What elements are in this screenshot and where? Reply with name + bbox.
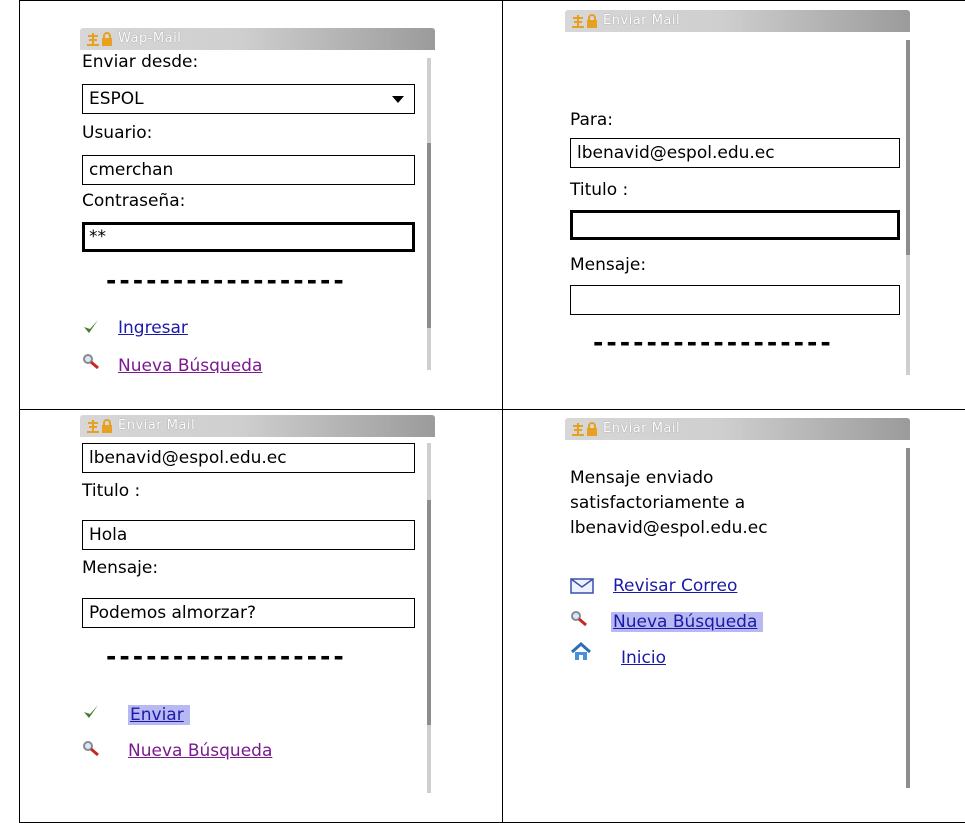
lock-icon (587, 14, 597, 28)
new-search-link[interactable]: Nueva Búsqueda (611, 612, 764, 632)
panel-compose-empty: Enviar Mail Para: lbenavid@espol.edu.ec … (565, 10, 925, 378)
login-link[interactable]: Ingresar (118, 318, 188, 338)
lock-icon (102, 32, 112, 46)
home-link[interactable]: Inicio (621, 648, 666, 668)
subject-input[interactable] (570, 210, 900, 240)
lock-icon (102, 419, 112, 433)
message-label: Mensaje: (82, 558, 159, 578)
send-from-label: Enviar desde: (82, 52, 199, 72)
panel-sent: Enviar Mail Mensaje enviado satisfactori… (565, 418, 925, 788)
panel-login: Wap-Mail Enviar desde: ESPOL Usuario: cm… (80, 28, 440, 373)
to-input[interactable]: lbenavid@espol.edu.ec (570, 138, 900, 168)
send-link[interactable]: Enviar (128, 705, 190, 725)
window-title: Wap-Mail (118, 31, 182, 46)
scrollbar-thumb[interactable] (427, 143, 431, 328)
send-from-value: ESPOL (89, 89, 144, 109)
window-title: Enviar Mail (603, 13, 681, 28)
grid-line-top (19, 0, 965, 1)
title-bar: Enviar Mail (565, 418, 910, 440)
scrollbar-thumb[interactable] (427, 500, 431, 725)
password-label: Contraseña: (82, 191, 186, 211)
sent-message-line-3: lbenavid@espol.edu.ec (570, 518, 768, 538)
send-from-select[interactable]: ESPOL (82, 84, 415, 114)
subject-input[interactable]: Hola (82, 520, 415, 550)
check-mail-link[interactable]: Revisar Correo (613, 576, 737, 596)
password-input[interactable]: ** (82, 222, 415, 252)
window-title: Enviar Mail (603, 421, 681, 436)
magnifier-icon (571, 611, 587, 627)
home-icon (571, 642, 591, 660)
panel-compose-filled: Enviar Mail lbenavid@espol.edu.ec Titulo… (80, 415, 440, 795)
scrollbar-thumb[interactable] (906, 448, 910, 788)
sent-message-line-1: Mensaje enviado (570, 468, 714, 488)
magnifier-icon (83, 354, 99, 370)
grid-line-left (19, 0, 20, 823)
message-input[interactable] (570, 285, 900, 315)
magnifier-icon (83, 741, 99, 757)
title-bar: Wap-Mail (80, 28, 435, 50)
subject-label: Titulo : (570, 180, 629, 200)
envelope-icon (570, 578, 594, 594)
window-title: Enviar Mail (118, 418, 196, 433)
to-input[interactable]: lbenavid@espol.edu.ec (82, 443, 415, 473)
user-label: Usuario: (82, 123, 153, 143)
checkmark-icon (84, 320, 98, 333)
message-input[interactable]: Podemos almorzar? (82, 598, 415, 628)
lock-icon (587, 422, 597, 436)
title-bar: Enviar Mail (80, 415, 435, 437)
chevron-down-icon (392, 96, 404, 103)
user-input[interactable]: cmerchan (82, 155, 415, 185)
to-label: Para: (570, 110, 614, 130)
title-bar: Enviar Mail (565, 10, 910, 32)
message-label: Mensaje: (570, 255, 647, 275)
separator: ------------------ (593, 328, 834, 357)
grid-line-middle (19, 409, 965, 410)
new-search-link[interactable]: Nueva Búsqueda (118, 356, 262, 373)
subject-label: Titulo : (82, 481, 141, 501)
sent-message-line-2: satisfactoriamente a (570, 493, 746, 513)
scrollbar-thumb[interactable] (906, 40, 910, 255)
separator: ------------------ (106, 642, 347, 671)
new-search-link[interactable]: Nueva Búsqueda (128, 741, 272, 761)
separator: ------------------ (106, 266, 347, 295)
checkmark-icon (84, 705, 98, 718)
grid-line-center (502, 0, 503, 823)
